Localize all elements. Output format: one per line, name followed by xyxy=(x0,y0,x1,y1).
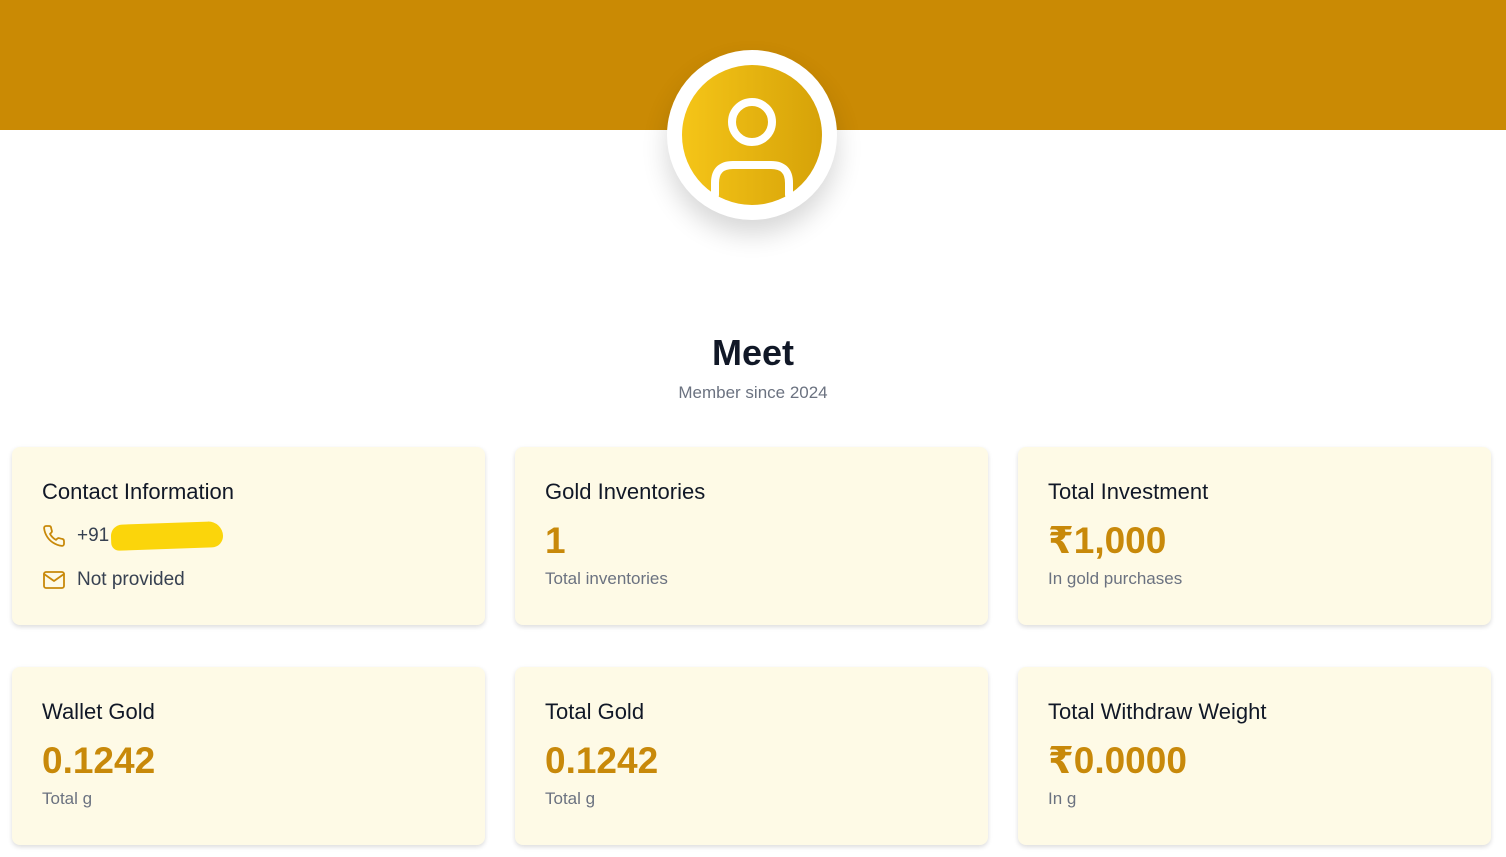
wallet-gold-card: Wallet Gold 0.1242 Total g xyxy=(12,667,485,845)
mail-icon xyxy=(43,571,65,589)
email-row: Not provided xyxy=(42,563,455,597)
total-gold-value: 0.1242 xyxy=(545,740,659,781)
inventories-value: 1 xyxy=(545,520,566,561)
avatar-circle xyxy=(682,65,822,205)
wallet-gold-title: Wallet Gold xyxy=(42,699,155,724)
profile-name: Meet xyxy=(711,332,795,373)
investment-value: ₹1,000 xyxy=(1048,520,1167,561)
investment-sub: In gold purchases xyxy=(1048,569,1183,588)
member-since: Member since 2024 xyxy=(678,383,828,402)
total-gold-title: Total Gold xyxy=(545,699,645,724)
phone-number: +91 xyxy=(77,525,110,546)
user-icon xyxy=(711,98,793,199)
wallet-gold-sub: Total g xyxy=(42,789,93,808)
investment-card: Total Investment ₹1,000 In gold purchase… xyxy=(1018,447,1491,625)
phone-redaction xyxy=(110,521,224,551)
email-value: Not provided xyxy=(77,569,185,590)
investment-title: Total Investment xyxy=(1048,479,1209,504)
inventories-sub: Total inventories xyxy=(545,569,668,588)
phone-icon xyxy=(43,525,65,547)
total-gold-card: Total Gold 0.1242 Total g xyxy=(515,667,988,845)
withdraw-sub: In g xyxy=(1048,789,1077,808)
withdraw-title: Total Withdraw Weight xyxy=(1048,699,1267,724)
phone-row: +91 xyxy=(42,519,455,553)
avatar xyxy=(667,50,837,220)
total-gold-sub: Total g xyxy=(545,789,596,808)
inventories-card: Gold Inventories 1 Total inventories xyxy=(515,447,988,625)
wallet-gold-value: 0.1242 xyxy=(42,740,156,781)
withdraw-value: ₹0.0000 xyxy=(1048,740,1187,781)
inventories-title: Gold Inventories xyxy=(545,479,706,504)
contact-card: Contact Information +91 Not provided xyxy=(12,447,485,625)
contact-title: Contact Information xyxy=(42,479,234,504)
withdraw-card: Total Withdraw Weight ₹0.0000 In g xyxy=(1018,667,1491,845)
